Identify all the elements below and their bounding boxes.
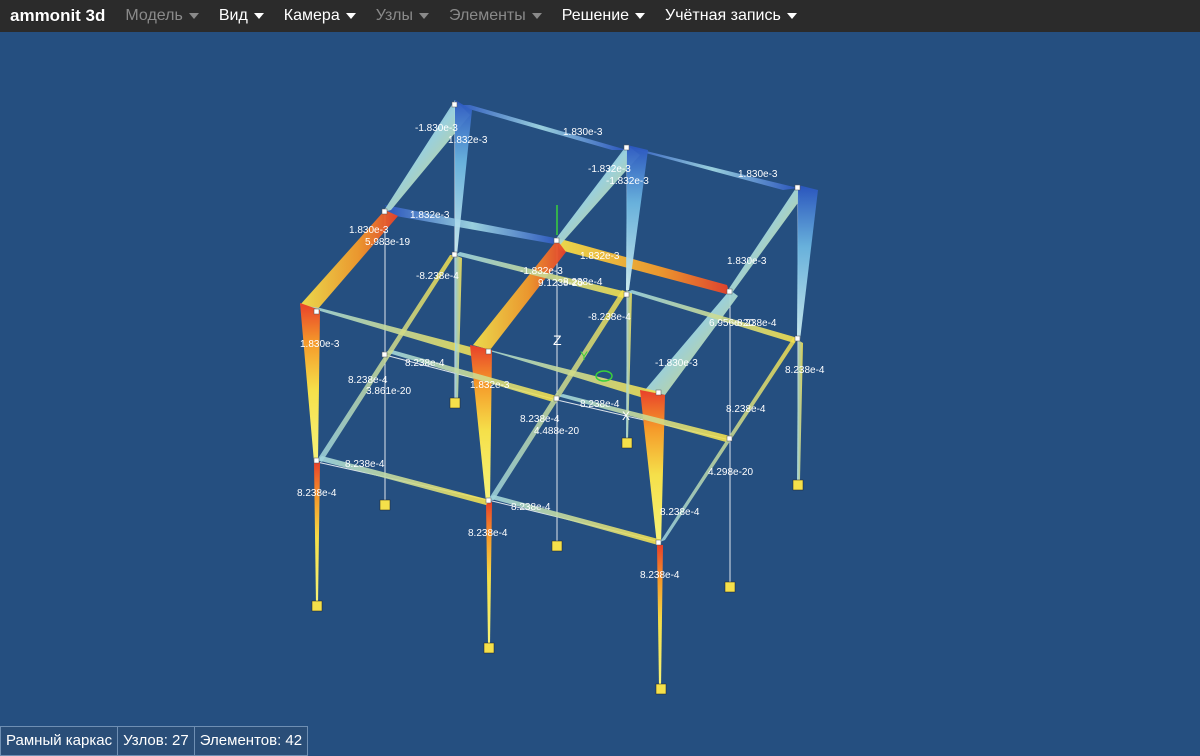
svg-text:-1.830e-3: -1.830e-3 [655,358,698,369]
svg-text:Y: Y [580,349,588,363]
elements-count: Элементов: 42 [193,726,309,756]
menu-nodes[interactable]: Узлы [366,0,439,32]
svg-text:8.238e-4: 8.238e-4 [468,528,508,539]
svg-text:8.238e-4: 8.238e-4 [345,459,385,470]
svg-text:-8.238e-4: -8.238e-4 [416,271,459,282]
svg-text:8.238e-4: 8.238e-4 [660,507,700,518]
status-bar: Рамный каркас Узлов: 27 Элементов: 42 [0,726,309,756]
svg-text:X: X [622,409,630,423]
model-name: Рамный каркас [0,726,118,756]
nodes-count: Узлов: 27 [117,726,194,756]
svg-text:1.832e-3: 1.832e-3 [580,251,620,262]
svg-text:8.238e-4: 8.238e-4 [511,502,551,513]
svg-text:1.832e-3: 1.832e-3 [448,135,488,146]
svg-text:8.238e-4: 8.238e-4 [348,375,388,386]
svg-text:1.830e-3: 1.830e-3 [727,256,767,267]
caret-down-icon [188,13,199,19]
svg-text:6.956e-20: 6.956e-20 [709,318,754,329]
svg-text:-1.832e-3: -1.832e-3 [606,176,649,187]
svg-text:1.832e-3: 1.832e-3 [410,210,450,221]
svg-text:4.298e-20: 4.298e-20 [708,467,753,478]
menu-view[interactable]: Вид [209,0,274,32]
menu-camera[interactable]: Камера [274,0,366,32]
menu-solution[interactable]: Решение [552,0,655,32]
value-labels: -1.830e-3 1.830e-3 1.832e-3 -1.832e-3 -1… [297,123,825,581]
caret-down-icon [531,13,542,19]
svg-text:4.488e-20: 4.488e-20 [534,426,579,437]
svg-text:1.830e-3: 1.830e-3 [563,127,603,138]
svg-text:8.238e-4: 8.238e-4 [580,399,620,410]
svg-text:8.238e-4: 8.238e-4 [563,277,603,288]
viewport-3d[interactable]: Z Y X -1.830e-3 1.830e-3 1.832e-3 -1.832… [0,32,1200,726]
caret-down-icon [345,13,356,19]
svg-text:8.238e-4: 8.238e-4 [785,365,825,376]
caret-down-icon [786,13,797,19]
svg-text:1.832e-3: 1.832e-3 [470,380,510,391]
caret-down-icon [635,13,646,19]
menu-elements[interactable]: Элементы [439,0,552,32]
svg-text:1.830e-3: 1.830e-3 [300,339,340,350]
svg-text:8.238e-4: 8.238e-4 [640,570,680,581]
svg-text:-1.830e-3: -1.830e-3 [415,123,458,134]
caret-down-icon [253,13,264,19]
svg-text:8.238e-4: 8.238e-4 [520,414,560,425]
svg-text:-1.832e-3: -1.832e-3 [520,266,563,277]
svg-text:8.238e-4: 8.238e-4 [297,488,337,499]
svg-text:-8.238e-4: -8.238e-4 [588,312,631,323]
menu-bar: ammonit 3d Модель Вид Камера Узлы Элемен… [0,0,1200,32]
svg-text:-1.832e-3: -1.832e-3 [588,164,631,175]
svg-text:8.238e-4: 8.238e-4 [726,404,766,415]
svg-text:1.830e-3: 1.830e-3 [738,169,778,180]
svg-text:1.830e-3: 1.830e-3 [349,225,389,236]
svg-text:5.983e-19: 5.983e-19 [365,237,410,248]
svg-text:3.861e-20: 3.861e-20 [366,386,411,397]
menu-account[interactable]: Учётная запись [655,0,807,32]
menu-model[interactable]: Модель [115,0,208,32]
caret-down-icon [418,13,429,19]
svg-text:Z: Z [553,332,562,348]
app-brand[interactable]: ammonit 3d [0,6,115,26]
svg-text:8.238e-4: 8.238e-4 [405,358,445,369]
